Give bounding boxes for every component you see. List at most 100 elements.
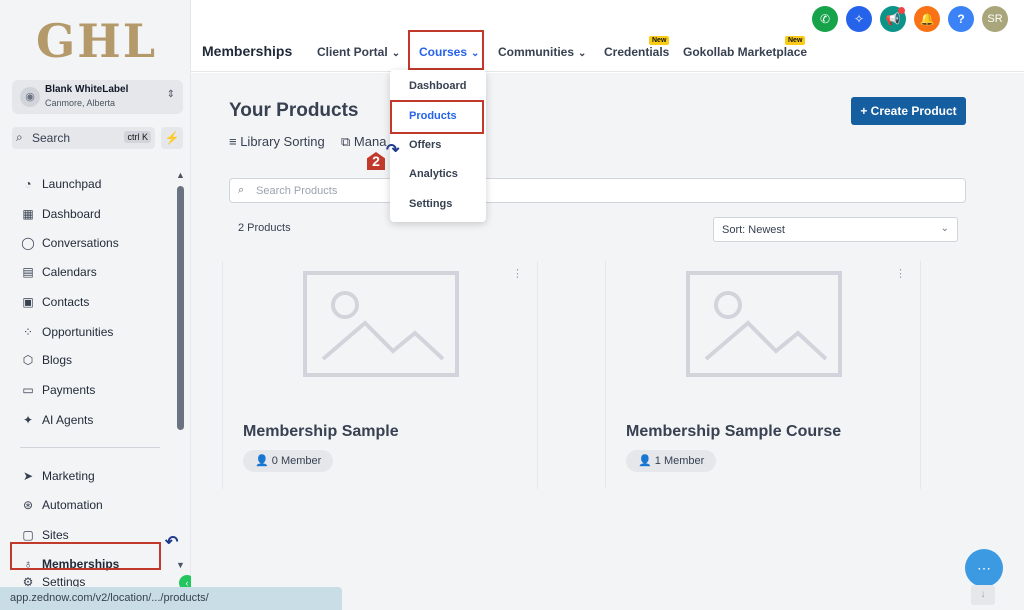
sidebar-item-marketing[interactable]: ➤ Marketing xyxy=(20,465,170,487)
tab-credentials[interactable]: Credentials xyxy=(604,45,669,59)
sort-label: Sort: Newest xyxy=(722,224,785,236)
phone-icon[interactable]: ✆ xyxy=(812,6,838,32)
sidebar-item-payments[interactable]: ▭ Payments xyxy=(20,379,170,401)
product-card[interactable]: ⋮ Membership Sample 👤 0 Member xyxy=(222,261,538,489)
logo: GHL xyxy=(36,14,158,68)
sidebar-item-ai-agents[interactable]: ✦ AI Agents xyxy=(20,409,170,431)
sidebar-item-automation[interactable]: ⊛ Automation xyxy=(20,494,170,516)
memberships-highlight-box xyxy=(10,542,161,570)
page-title: Your Products xyxy=(229,100,359,121)
main-content: Your Products + Create Product ≡ Library… xyxy=(191,73,1024,610)
rocket-icon: ◔ xyxy=(24,177,32,191)
sidebar-item-label: Sites xyxy=(42,528,69,542)
avatar[interactable]: SR xyxy=(982,6,1008,32)
member-count-badge: 👤 0 Member xyxy=(243,450,334,472)
search-icon: ⌕ xyxy=(16,130,23,144)
chat-widget-icon[interactable]: ⋯ xyxy=(965,549,1003,587)
contacts-icon: ▣ xyxy=(22,295,34,309)
sparkle-icon: ✦ xyxy=(22,413,34,427)
megaphone-icon[interactable]: 📢 xyxy=(880,6,906,32)
card-title[interactable]: Membership Sample Course xyxy=(626,423,841,441)
send-icon: ➤ xyxy=(22,469,34,483)
member-count: 0 Member xyxy=(271,455,322,467)
courses-highlight-box xyxy=(408,30,484,70)
card-menu-icon[interactable]: ⋮ xyxy=(512,267,523,280)
product-count: 2 Products xyxy=(238,222,291,234)
chevron-down-icon: ⌄ xyxy=(940,223,949,234)
sidebar-item-label: Contacts xyxy=(42,295,90,309)
sidebar-item-label: Marketing xyxy=(42,469,95,483)
bell-icon[interactable]: 🔔 xyxy=(914,6,940,32)
funnel-icon: ⁘ xyxy=(22,325,34,339)
tab-communities[interactable]: Communities ⌄ xyxy=(498,45,586,59)
sidebar-item-conversations[interactable]: ◯ Conversations xyxy=(20,232,170,254)
sort-select[interactable]: Sort: Newest ⌄ xyxy=(713,217,958,242)
tab-gokollab-marketplace[interactable]: Gokollab Marketplace xyxy=(683,45,807,59)
sidebar-item-dashboard[interactable]: ▦ Dashboard xyxy=(20,203,170,225)
scroll-down-icon[interactable]: ▼ xyxy=(176,560,185,570)
cube-icon: ⬡ xyxy=(22,353,34,367)
search-placeholder: Search Products xyxy=(256,185,338,197)
sidebar-item-label: Payments xyxy=(42,383,96,397)
sidebar-item-label: Conversations xyxy=(42,236,119,250)
search-shortcut: ctrl K xyxy=(124,131,151,143)
card-menu-icon[interactable]: ⋮ xyxy=(895,267,906,280)
user-icon: 👤 xyxy=(638,455,655,467)
library-sorting-link[interactable]: ≡ Library Sorting xyxy=(229,134,325,149)
tab-client-portal[interactable]: Client Portal ⌄ xyxy=(317,45,400,59)
sidebar-item-blogs[interactable]: ⬡ Blogs xyxy=(20,349,170,371)
chevron-updown-icon: ⇕ xyxy=(166,89,175,100)
tab-label: Communities xyxy=(498,45,575,59)
image-placeholder-icon xyxy=(686,271,842,377)
quick-action-bolt-icon[interactable]: ⚡ xyxy=(161,127,183,149)
sidebar-item-label: Blogs xyxy=(42,353,73,367)
sidebar-search[interactable]: ⌕ Search ctrl K xyxy=(12,127,155,149)
user-icon: 👤 xyxy=(255,455,272,467)
grid-icon: ▦ xyxy=(22,207,34,221)
sidebar-item-label: AI Agents xyxy=(42,413,94,427)
account-location: Canmore, Alberta xyxy=(45,98,116,108)
product-card[interactable]: ⋮ Membership Sample Course 👤 1 Member xyxy=(605,261,921,489)
card-title[interactable]: Membership Sample xyxy=(243,423,399,441)
notification-dot xyxy=(898,7,905,14)
header-actions: ✆ ✧ 📢 🔔 ? SR xyxy=(812,6,1008,32)
dropdown-item-dashboard[interactable]: Dashboard xyxy=(409,80,466,92)
new-badge: New xyxy=(649,36,670,45)
step-2-arrow-icon: ↷ xyxy=(386,142,400,159)
manage-label: Mana xyxy=(353,134,387,149)
tab-label: Client Portal xyxy=(317,45,388,59)
library-sorting-label: Library Sorting xyxy=(240,134,325,149)
dropdown-item-offers[interactable]: Offers xyxy=(409,139,441,151)
calendar-icon: ▤ xyxy=(22,265,34,279)
sidebar-item-opportunities[interactable]: ⁘ Opportunities xyxy=(20,321,170,343)
member-count-badge: 👤 1 Member xyxy=(626,450,717,472)
manage-link[interactable]: ⧉ Mana xyxy=(341,134,386,150)
scroll-bottom-icon[interactable]: ↓ xyxy=(971,585,995,605)
account-switcher[interactable]: ◉ Blank WhiteLabel Canmore, Alberta ⇕ xyxy=(12,80,183,114)
image-placeholder-icon xyxy=(303,271,459,377)
scroll-up-icon[interactable]: ▲ xyxy=(176,170,185,180)
search-label: Search xyxy=(32,131,71,145)
chat-bubbles-icon: ⧉ xyxy=(341,134,354,149)
dropdown-item-settings[interactable]: Settings xyxy=(409,198,452,210)
sidebar-scrollbar[interactable] xyxy=(177,186,184,430)
new-badge: New xyxy=(785,36,806,45)
account-name: Blank WhiteLabel xyxy=(45,84,129,95)
courses-dropdown-menu: Dashboard Products Offers Analytics Sett… xyxy=(390,70,486,222)
tab-label: Credentials xyxy=(604,45,670,59)
sidebar-item-calendars[interactable]: ▤ Calendars xyxy=(20,261,170,283)
invoice-icon: ▭ xyxy=(22,383,34,397)
magic-icon[interactable]: ✧ xyxy=(846,6,872,32)
sidebar-item-label: Opportunities xyxy=(42,325,114,339)
chevron-down-icon: ⌄ xyxy=(391,48,401,59)
create-product-button[interactable]: + Create Product xyxy=(851,97,966,125)
list-icon: ≡ xyxy=(229,134,241,149)
member-count: 1 Member xyxy=(654,455,705,467)
help-icon[interactable]: ? xyxy=(948,6,974,32)
dropdown-item-analytics[interactable]: Analytics xyxy=(409,168,458,180)
chat-icon: ◯ xyxy=(21,236,35,250)
sidebar-item-launchpad[interactable]: ◔ Launchpad xyxy=(20,173,170,195)
sidebar-divider xyxy=(20,447,160,448)
search-products-input[interactable]: ⌕ Search Products xyxy=(229,178,966,203)
sidebar-item-contacts[interactable]: ▣ Contacts xyxy=(20,291,170,313)
